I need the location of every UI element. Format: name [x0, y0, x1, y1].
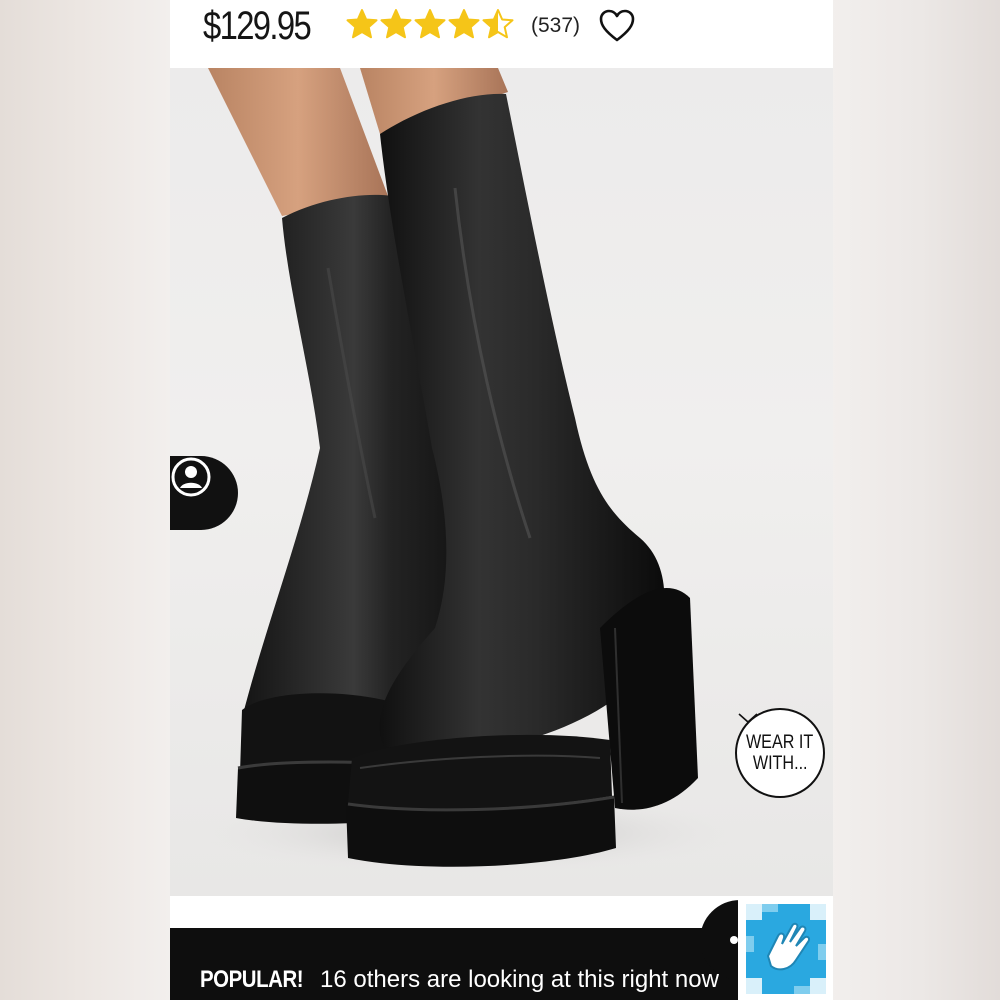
heart-outline-icon[interactable]: [599, 9, 635, 43]
accessibility-button[interactable]: [738, 898, 833, 1000]
chat-dot: [730, 936, 738, 944]
product-price: $129.95: [203, 4, 312, 48]
star-rating[interactable]: [346, 8, 514, 40]
star-icon: [414, 9, 446, 39]
star-icon: [448, 9, 480, 39]
knee-high-platform-boots-illustration: [200, 68, 740, 873]
accessibility-hand-icon: [746, 904, 826, 994]
product-page: $129.95 (537) WEAR IT WITH... POPULAR! 1…: [170, 0, 833, 1000]
popular-message: 16 others are looking at this right now: [320, 966, 719, 993]
wear-it-with-button[interactable]: WEAR IT WITH...: [735, 708, 825, 798]
wear-it-line1: WEAR IT: [746, 732, 814, 753]
star-icon: [346, 9, 378, 39]
user-circle-icon: [171, 457, 211, 497]
product-image[interactable]: WEAR IT WITH...: [170, 68, 833, 896]
wear-it-line2: WITH...: [752, 753, 808, 774]
popular-banner-text: POPULAR! 16 others are looking at this r…: [200, 966, 719, 994]
popular-label: POPULAR!: [200, 966, 304, 993]
review-count[interactable]: (537): [531, 14, 580, 38]
chevron-down-icon: [738, 713, 758, 724]
star-icon: [482, 9, 514, 39]
product-header: $129.95 (537): [170, 0, 833, 68]
star-icon: [380, 9, 412, 39]
